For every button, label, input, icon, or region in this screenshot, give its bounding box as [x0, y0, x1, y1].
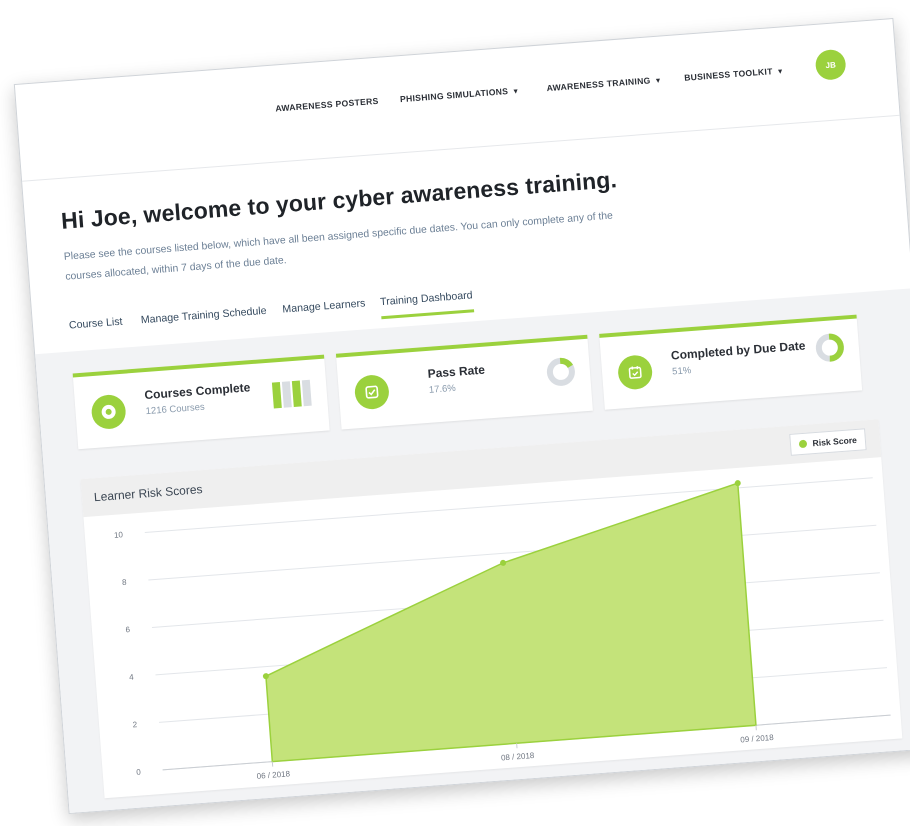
nav-awareness-training[interactable]: AWARENESS TRAINING ▼ — [546, 75, 663, 94]
chart-legend[interactable]: Risk Score — [788, 428, 867, 456]
risk-score-chart: 0 2 4 6 8 10 06 / 2018 08 / 2018 09 / 2018 — [114, 477, 891, 781]
x-tick-label: 09 / 2018 — [740, 733, 774, 745]
user-avatar[interactable]: JB — [814, 48, 847, 81]
stat-subtitle: 17.6% — [428, 382, 457, 396]
chevron-down-icon: ▼ — [512, 88, 520, 96]
chevron-down-icon: ▼ — [776, 68, 785, 76]
nav-label: AWARENESS TRAINING — [546, 75, 651, 94]
y-tick-label: 4 — [129, 673, 135, 682]
stat-subtitle: 1216 Courses — [145, 401, 206, 418]
legend-label: Risk Score — [812, 434, 858, 449]
donut-icon — [90, 393, 127, 431]
x-tick-label: 06 / 2018 — [256, 769, 290, 781]
nav-business-toolkit[interactable]: BUSINESS TOOLKIT ▼ — [683, 65, 785, 83]
chevron-down-icon: ▼ — [654, 77, 663, 86]
chart-title: Learner Risk Scores — [93, 482, 203, 505]
risk-score-area — [265, 482, 757, 763]
nav-label: AWARENESS POSTERS — [274, 95, 379, 114]
legend-swatch — [798, 439, 807, 449]
y-tick-label: 6 — [125, 625, 131, 634]
tab-manage-learners[interactable]: Manage Learners — [282, 297, 366, 323]
y-tick-label: 10 — [114, 530, 124, 540]
stat-title: Completed by Due Date — [670, 338, 806, 363]
y-tick-label: 2 — [132, 720, 138, 729]
app-window: AWARENESS POSTERS PHISHING SIMULATIONS ▼ … — [13, 17, 910, 815]
nav-label: BUSINESS TOOLKIT — [683, 66, 774, 83]
tab-manage-training-schedule[interactable]: Manage Training Schedule — [140, 305, 267, 334]
checkbox-icon — [353, 373, 391, 411]
x-tick-label: 08 / 2018 — [501, 751, 535, 763]
stat-title: Pass Rate — [427, 362, 486, 381]
stat-title: Courses Complete — [143, 380, 251, 403]
tab-course-list[interactable]: Course List — [69, 316, 124, 340]
y-tick-label: 0 — [136, 767, 142, 776]
calendar-check-icon — [616, 354, 654, 391]
stat-subtitle: 51% — [671, 365, 692, 378]
nav-label: PHISHING SIMULATIONS — [399, 86, 509, 105]
nav-awareness-posters[interactable]: AWARENESS POSTERS — [275, 96, 379, 114]
y-tick-label: 8 — [122, 578, 128, 587]
mini-bar-chart-icon — [271, 379, 312, 409]
due-date-donut — [815, 333, 844, 362]
learner-risk-chart-panel: Learner Risk Scores Risk Score 0 2 4 6 8 10 06… — [80, 419, 903, 799]
pass-rate-donut — [546, 357, 575, 386]
screenshot-scene: AWARENESS POSTERS PHISHING SIMULATIONS ▼ … — [0, 0, 910, 826]
nav-phishing-simulations[interactable]: PHISHING SIMULATIONS ▼ — [400, 85, 520, 104]
tab-training-dashboard[interactable]: Training Dashboard — [379, 289, 474, 320]
top-nav: AWARENESS POSTERS PHISHING SIMULATIONS ▼ … — [15, 19, 900, 181]
